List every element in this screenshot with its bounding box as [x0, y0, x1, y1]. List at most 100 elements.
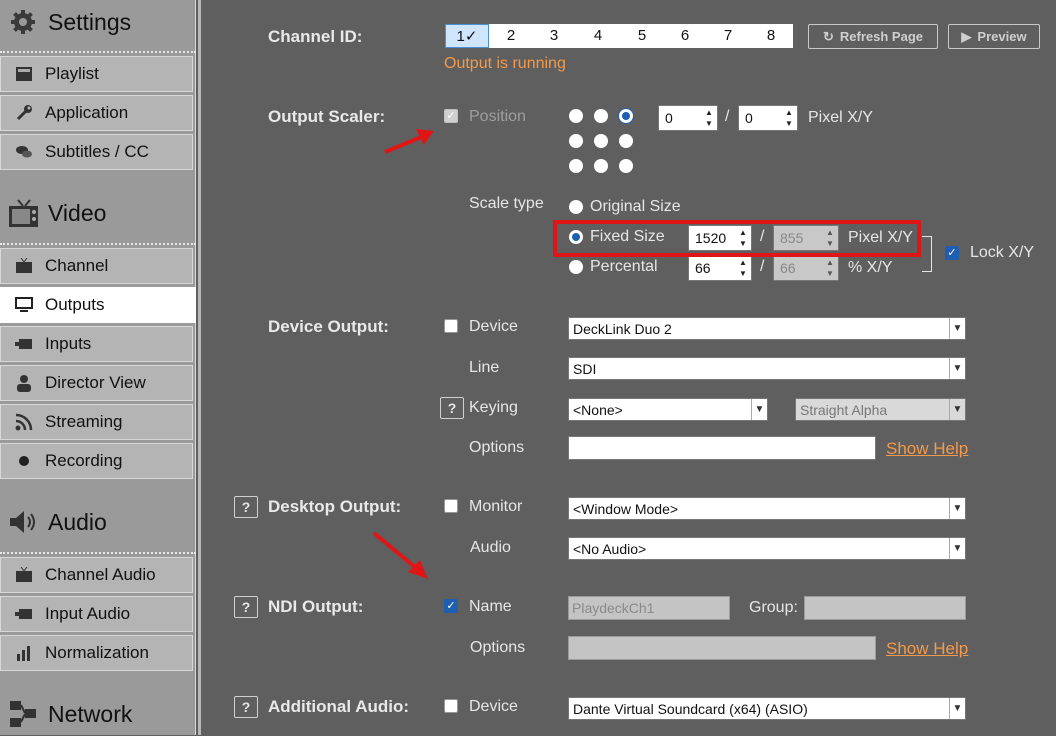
preview-label: Preview [977, 29, 1027, 44]
position-checkbox[interactable]: ✓ [444, 109, 458, 123]
chevron-down-icon[interactable]: ▼ [949, 498, 965, 519]
section-audio: Audio [0, 500, 196, 544]
tab-channel-1[interactable]: 1✓ [445, 24, 489, 48]
sidebar-item-label: Channel [45, 256, 109, 275]
tv-small-icon [13, 255, 35, 277]
tab-channel-4[interactable]: 4 [576, 24, 620, 48]
splitter[interactable] [198, 0, 201, 735]
sidebar-item-application[interactable]: Application [0, 95, 193, 131]
position-label: Position [469, 108, 526, 125]
anchor-top-center[interactable] [594, 109, 608, 123]
sidebar-item-label: Director View [45, 373, 146, 392]
keying-help-button[interactable]: ? [440, 397, 464, 419]
stepper-arrows-icon: ▲ ▼ [826, 258, 834, 278]
position-x-value: 0 [665, 110, 673, 126]
sidebar-item-recording[interactable]: Recording [0, 443, 193, 479]
anchor-middle-left[interactable] [569, 134, 583, 148]
sidebar-item-label: Application [45, 103, 129, 122]
desktop-audio-select[interactable]: <No Audio> ▼ [568, 537, 966, 560]
chevron-down-icon[interactable]: ▼ [949, 358, 965, 379]
input-icon [13, 333, 35, 355]
record-dot-icon [13, 450, 35, 472]
lock-xy-label: Lock X/Y [970, 244, 1035, 261]
annotation-arrow-icon [372, 531, 428, 579]
tab-channel-7[interactable]: 7 [706, 24, 750, 48]
refresh-page-button[interactable]: ↻ Refresh Page [808, 24, 938, 49]
anchor-bottom-right[interactable] [619, 159, 633, 173]
anchor-bottom-center[interactable] [594, 159, 608, 173]
sidebar-item-label: Channel Audio [45, 565, 156, 584]
monitor-select-value: <Window Mode> [573, 500, 679, 517]
percent-width-stepper[interactable]: 66 ▲ ▼ [688, 255, 752, 281]
device-select[interactable]: DeckLink Duo 2 ▼ [568, 317, 966, 340]
preview-button[interactable]: ▶ Preview [948, 24, 1040, 49]
additional-audio-select[interactable]: Dante Virtual Soundcard (x64) (ASIO) ▼ [568, 697, 966, 720]
sidebar-item-subtitles[interactable]: Subtitles / CC [0, 134, 193, 170]
channel-id-label: Channel ID: [268, 27, 363, 46]
sidebar-item-input-audio[interactable]: Input Audio [0, 596, 193, 632]
sidebar-item-playlist[interactable]: Playlist [0, 56, 193, 92]
ndi-show-help-link[interactable]: Show Help [886, 639, 968, 659]
tab-channel-3[interactable]: 3 [532, 24, 576, 48]
monitor-icon [13, 294, 35, 316]
stepper-arrows-icon[interactable]: ▲ ▼ [738, 258, 748, 278]
position-y-stepper[interactable]: 0 ▲ ▼ [738, 105, 798, 131]
device-options-input[interactable] [568, 436, 876, 460]
original-size-label: Original Size [590, 198, 681, 215]
ndi-output-help-button[interactable]: ? [234, 596, 258, 618]
separator: / [760, 258, 765, 275]
monitor-select[interactable]: <Window Mode> ▼ [568, 497, 966, 520]
scale-type-label: Scale type [469, 195, 544, 212]
alpha-select-value: Straight Alpha [800, 401, 888, 418]
anchor-middle-right[interactable] [619, 134, 633, 148]
section-settings: Settings [0, 0, 196, 44]
original-size-radio[interactable] [569, 200, 583, 214]
sidebar-item-label: Recording [45, 451, 123, 470]
device-output-checkbox[interactable] [444, 319, 458, 333]
ndi-name-checkbox[interactable]: ✓ [444, 599, 458, 613]
speaker-icon [8, 507, 38, 537]
chevron-down-icon[interactable]: ▼ [949, 698, 965, 719]
position-x-stepper[interactable]: 0 ▲ ▼ [658, 105, 718, 131]
chevron-down-icon[interactable]: ▼ [751, 399, 767, 420]
stepper-arrows-icon[interactable]: ▲ ▼ [784, 108, 794, 128]
sidebar-item-channel-audio[interactable]: Channel Audio [0, 557, 193, 593]
monitor-label: Monitor [469, 498, 523, 515]
anchor-bottom-left[interactable] [569, 159, 583, 173]
stepper-arrows-icon[interactable]: ▲ ▼ [704, 108, 714, 128]
keying-select[interactable]: <None> ▼ [568, 398, 768, 421]
line-select[interactable]: SDI ▼ [568, 357, 966, 380]
device-output-label: Device Output: [268, 317, 389, 336]
tab-channel-5[interactable]: 5 [620, 24, 664, 48]
anchor-top-right[interactable] [619, 109, 633, 123]
additional-audio-checkbox[interactable] [444, 699, 458, 713]
chevron-down-icon[interactable]: ▼ [949, 538, 965, 559]
anchor-center[interactable] [594, 134, 608, 148]
tab-channel-8[interactable]: 8 [749, 24, 793, 48]
monitor-checkbox[interactable] [444, 499, 458, 513]
additional-audio-help-button[interactable]: ? [234, 696, 258, 718]
sidebar-item-outputs[interactable]: Outputs [0, 287, 196, 323]
sidebar-item-label: Playlist [45, 64, 99, 83]
chevron-down-icon[interactable]: ▼ [949, 318, 965, 339]
gear-icon [8, 7, 38, 37]
percental-radio[interactable] [569, 260, 583, 274]
tab-channel-6[interactable]: 6 [663, 24, 707, 48]
input-icon [13, 603, 35, 625]
desktop-output-label: Desktop Output: [268, 497, 402, 516]
desktop-output-help-button[interactable]: ? [234, 496, 258, 518]
sidebar-item-label: Streaming [45, 412, 123, 431]
percent-height-stepper: 66 ▲ ▼ [773, 255, 839, 281]
lock-xy-checkbox[interactable]: ✓ [945, 246, 959, 260]
sidebar-item-inputs[interactable]: Inputs [0, 326, 193, 362]
output-scaler-label: Output Scaler: [268, 107, 386, 126]
output-status: Output is running [444, 55, 566, 72]
sidebar-item-channel[interactable]: Channel [0, 248, 193, 284]
sidebar-item-director-view[interactable]: Director View [0, 365, 193, 401]
tab-channel-2[interactable]: 2 [489, 24, 533, 48]
anchor-top-left[interactable] [569, 109, 583, 123]
ndi-group-input [804, 596, 966, 620]
sidebar-item-streaming[interactable]: Streaming [0, 404, 193, 440]
show-help-link[interactable]: Show Help [886, 439, 968, 459]
sidebar-item-normalization[interactable]: Normalization [0, 635, 193, 671]
